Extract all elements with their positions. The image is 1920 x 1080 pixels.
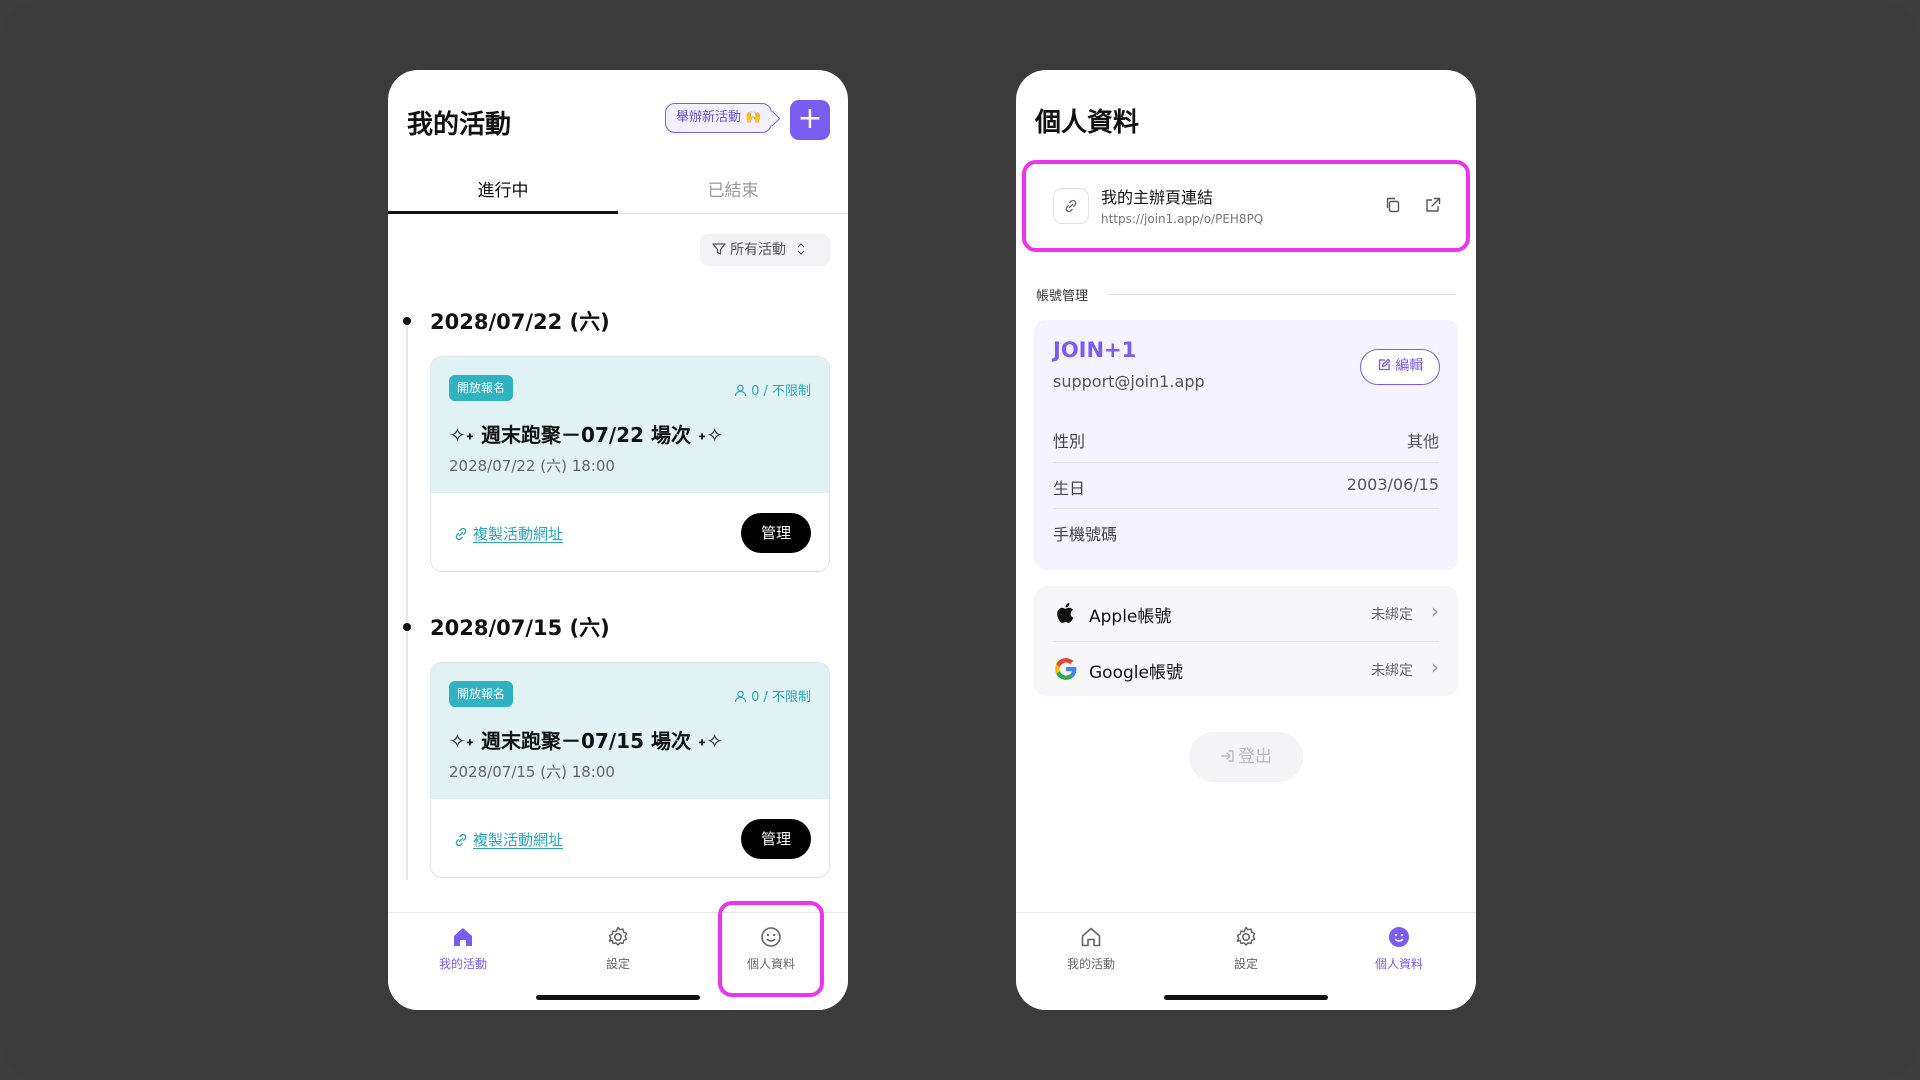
tab-label: 個人資料: [1374, 957, 1423, 971]
sort-icon: [798, 243, 805, 255]
tab-label: 我的活動: [1066, 957, 1115, 971]
capacity-value: 0 / 不限制: [751, 690, 811, 705]
gender-row: 性別 其他: [1053, 416, 1439, 462]
capacity-label: 0 / 不限制: [734, 686, 811, 705]
tab-settings[interactable]: 設定: [1186, 925, 1306, 972]
active-tab-indicator: [388, 211, 618, 214]
copy-event-link[interactable]: 複製活動網址: [473, 829, 563, 850]
person-icon: [734, 690, 747, 703]
gear-icon: [1236, 926, 1256, 946]
tab-my-events[interactable]: 我的活動: [403, 925, 523, 972]
link-icon: [455, 527, 467, 541]
event-date-heading: 2028/07/22 (六): [430, 310, 610, 334]
binding-status: 未綁定: [1371, 607, 1413, 623]
event-card[interactable]: 開放報名 0 / 不限制 ✧˖ 週末跑聚－07/15 場次 ˖✧ 2028/07…: [430, 662, 830, 878]
event-card[interactable]: 開放報名 0 / 不限制 ✧˖ 週末跑聚－07/22 場次 ˖✧ 2028/07…: [430, 356, 830, 572]
tab-profile[interactable]: 個人資料: [1339, 925, 1459, 972]
highlight-host-link: [1022, 160, 1470, 252]
phone-row: 手機號碼: [1053, 508, 1439, 554]
tab-label: 我的活動: [438, 957, 487, 971]
capacity-value: 0 / 不限制: [751, 384, 811, 399]
add-event-button[interactable]: +: [790, 100, 830, 140]
edit-label: 編輯: [1395, 358, 1424, 374]
home-indicator: [1164, 995, 1328, 1000]
field-value: 2003/06/15: [1346, 475, 1439, 494]
apple-binding-row[interactable]: Apple帳號 未綁定 ›: [1053, 586, 1439, 641]
link-icon: [455, 833, 467, 847]
profile-screen: 個人資料 我的主辦頁連結 https://join1.app/o/PEH8PQ …: [1016, 70, 1476, 1010]
filter-label: 所有活動: [730, 242, 786, 258]
host-new-event-bubble[interactable]: 舉辦新活動 🙌: [665, 103, 773, 133]
page-title: 個人資料: [1035, 108, 1140, 138]
google-icon: [1055, 658, 1077, 680]
binding-label: Apple帳號: [1089, 607, 1172, 627]
tab-label: 設定: [605, 957, 630, 971]
field-label: 生日: [1053, 479, 1086, 498]
tab-ongoing[interactable]: 進行中: [388, 176, 618, 201]
section-divider: [1108, 294, 1456, 295]
capacity-label: 0 / 不限制: [734, 380, 811, 399]
page-title: 我的活動: [407, 110, 512, 140]
birthday-row: 生日 2003/06/15: [1053, 462, 1439, 508]
chevron-right-icon: ›: [1431, 599, 1439, 623]
tab-settings[interactable]: 設定: [558, 925, 678, 972]
profile-name: JOIN+1: [1053, 338, 1137, 362]
edit-profile-button[interactable]: 編輯: [1360, 349, 1440, 385]
filter-icon: [712, 243, 726, 255]
account-binding-card: Apple帳號 未綁定 › Google帳號 未綁定 ›: [1034, 586, 1458, 696]
tab-ended[interactable]: 已結束: [618, 176, 848, 201]
manage-button[interactable]: 管理: [741, 513, 811, 553]
event-date-heading: 2028/07/15 (六): [430, 616, 610, 640]
logout-icon: [1221, 750, 1234, 762]
event-title: ✧˖ 週末跑聚－07/15 場次 ˖✧: [449, 729, 724, 753]
home-icon: [454, 928, 472, 946]
logout-label: 登出: [1238, 747, 1272, 767]
chevron-right-icon: ›: [1431, 655, 1439, 679]
manage-button[interactable]: 管理: [741, 819, 811, 859]
home-indicator: [536, 995, 700, 1000]
field-label: 性別: [1053, 432, 1086, 451]
timeline-dot: [403, 317, 411, 325]
binding-label: Google帳號: [1089, 663, 1183, 683]
event-time: 2028/07/22 (六) 18:00: [449, 457, 615, 475]
field-label: 手機號碼: [1053, 525, 1118, 544]
event-time: 2028/07/15 (六) 18:00: [449, 763, 615, 781]
person-icon: [734, 384, 747, 397]
timeline-dot: [403, 623, 411, 631]
timeline-line: [406, 320, 408, 880]
gear-icon: [608, 926, 628, 946]
apple-icon: [1057, 603, 1074, 623]
edit-icon: [1378, 358, 1391, 371]
home-icon: [1081, 927, 1101, 947]
google-binding-row[interactable]: Google帳號 未綁定 ›: [1053, 641, 1439, 696]
profile-email: support@join1.app: [1053, 372, 1205, 391]
plus-icon: +: [797, 101, 823, 136]
my-events-screen: 我的活動 舉辦新活動 🙌 + 進行中 已結束 所有活動 2028/07/22 (…: [388, 70, 848, 1010]
field-value: 其他: [1406, 432, 1439, 451]
status-badge: 開放報名: [449, 375, 514, 401]
tab-label: 設定: [1233, 957, 1258, 971]
canvas-background: 我的活動 舉辦新活動 🙌 + 進行中 已結束 所有活動 2028/07/22 (…: [0, 0, 1920, 1080]
binding-status: 未綁定: [1371, 663, 1413, 679]
highlight-profile-tab: [718, 901, 824, 997]
smile-icon: [1389, 927, 1409, 947]
event-title: ✧˖ 週末跑聚－07/22 場次 ˖✧: [449, 423, 724, 447]
logout-button[interactable]: 登出: [1189, 732, 1303, 782]
tab-my-events[interactable]: 我的活動: [1031, 925, 1151, 972]
section-label: 帳號管理: [1036, 289, 1089, 304]
event-filter-select[interactable]: 所有活動: [700, 234, 830, 266]
profile-card: JOIN+1 support@join1.app 編輯 性別 其他 生日 200…: [1034, 320, 1458, 570]
status-badge: 開放報名: [449, 681, 514, 707]
copy-event-link[interactable]: 複製活動網址: [473, 523, 563, 544]
